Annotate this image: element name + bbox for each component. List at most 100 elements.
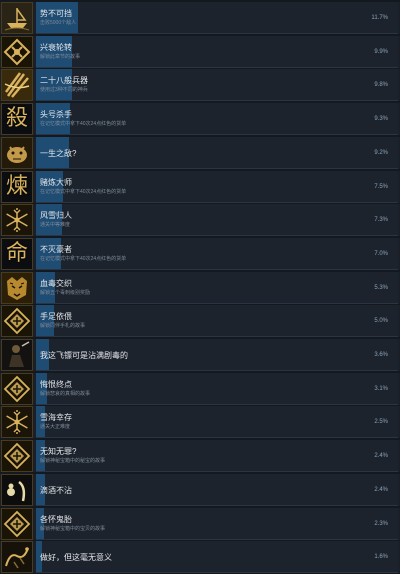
- achievement-row: 无知无罪? 解锁神秘宝箱中的秘宝的故事 2.4%: [0, 440, 400, 473]
- achievement-row: 一生之敌? 9.2%: [0, 136, 400, 169]
- achievement-row: 二十八般兵器 使用过3种不同的神兵 9.8%: [0, 69, 400, 102]
- achievement-title: 血毒交织: [40, 278, 72, 288]
- achievement-title: 不灭豪者: [40, 244, 72, 254]
- achievement-description: 击败5000个敌人: [40, 20, 77, 26]
- achievement-title: 兴衰轮转: [40, 42, 72, 52]
- achievement-row: 煉 赌炼大师 在记忆模式中拿下40次24点红色的货单 7.5%: [0, 170, 400, 203]
- unlock-rate-track: [36, 35, 398, 68]
- unlock-rate-track: [36, 204, 398, 237]
- unlock-rate-track: [36, 271, 398, 304]
- achievement-title: 头号杀手: [40, 110, 72, 120]
- beast-icon: [1, 136, 33, 169]
- gold-diamond-icon: [1, 507, 33, 540]
- unlock-percent: 9.8%: [374, 82, 388, 89]
- achievement-row: 雪海幸存 通关大正难度 2.5%: [0, 406, 400, 439]
- unlock-rate-track: [36, 372, 398, 405]
- unlock-percent: 7.5%: [374, 183, 388, 190]
- gold-diamond-icon: [1, 372, 33, 405]
- achievement-description: 解锁此章节的故事: [40, 53, 81, 60]
- unlock-rate-track: [36, 237, 398, 270]
- unlock-percent: 5.0%: [374, 318, 388, 325]
- achievement-row: 悔恨终点 解锁悲哀的真相的故事 3.1%: [0, 372, 400, 405]
- achievement-description: 解锁同伴手札的故事: [40, 323, 86, 330]
- unlock-percent: 2.5%: [374, 419, 388, 426]
- unlock-percent: 3.1%: [374, 385, 388, 392]
- achievement-list: 势不可挡击败5000个敌人 11.7% 兴衰轮转 解锁此章节的故事 9.9% 二十八般兵器…: [0, 0, 400, 574]
- achievement-description: 使用过3种不同的神兵: [40, 87, 88, 94]
- unlock-rate-track: [36, 103, 398, 136]
- achievement-description: 在记忆模式中拿下40次24点红色的货单: [40, 188, 127, 195]
- unlock-rate-track: [36, 440, 398, 473]
- warrior-icon: [1, 339, 33, 371]
- kill-glyph-icon: 殺: [1, 103, 33, 136]
- achievement-description: 解锁神秘宝箱中的秘宝的故事: [40, 458, 106, 465]
- tiger-icon: [1, 271, 33, 304]
- achievement-description: 在记忆模式中拿下40次24点红色的货单: [40, 255, 127, 262]
- unlock-percent: 7.0%: [374, 250, 388, 257]
- gold-diamond-icon: [1, 440, 33, 473]
- achievement-row: 风雪归人 通关中等难度 7.3%: [0, 204, 400, 237]
- achievement-title: 各怀鬼胎: [40, 514, 72, 524]
- achievement-row: 手足依偎 解锁同伴手札的故事 5.0%: [0, 305, 400, 338]
- achievement-title: 悔恨终点: [40, 379, 72, 389]
- unlock-rate-track: [36, 305, 398, 338]
- achievement-title: 二十八般兵器: [40, 76, 88, 86]
- achievement-title: 滴酒不沾: [40, 485, 72, 495]
- unlock-rate-track: [36, 406, 398, 439]
- achievement-glyph: 殺: [5, 106, 28, 132]
- achievement-row: 做好，但这毫无意义 1.6%: [0, 541, 400, 574]
- snowflake-icon: [1, 406, 33, 439]
- unlock-rate-track: [36, 136, 398, 169]
- achievement-row: 命 不灭豪者 在记忆模式中拿下40次24点红色的货单 7.0%: [0, 237, 400, 270]
- achievement-row: 势不可挡击败5000个敌人 11.7%: [0, 2, 400, 34]
- fate-glyph-icon: 命: [1, 237, 33, 270]
- achievement-row: 血毒交织 解锁五个毒刺级别奖励 5.3%: [0, 271, 400, 304]
- ship-icon: [1, 2, 33, 34]
- achievement-title: 手足依偎: [40, 312, 72, 322]
- achievement-title: 我这飞镖可是沾满剧毒的: [40, 351, 128, 360]
- gold-diamond-icon: [1, 305, 33, 338]
- achievement-description: 在记忆模式中拿下40次24点红色的货单: [40, 121, 127, 128]
- unlock-percent: 1.6%: [374, 554, 388, 561]
- unlock-percent: 7.3%: [374, 217, 388, 224]
- achievement-description: 解锁神秘宝箱中的宝贝的故事: [40, 525, 106, 532]
- achievement-glyph: 煉: [5, 173, 28, 199]
- achievement-title: 势不可挡: [40, 9, 72, 18]
- unlock-percent: 9.2%: [374, 149, 388, 156]
- achievement-title: 赌炼大师: [40, 177, 72, 187]
- unlock-rate-track: [36, 2, 398, 34]
- unlock-percent: 3.6%: [374, 352, 388, 358]
- achievement-title: 一生之敌?: [40, 148, 77, 158]
- achievement-title: 无知无罪?: [40, 447, 77, 457]
- unlock-percent: 2.4%: [374, 453, 388, 460]
- forge-glyph-icon: 煉: [1, 170, 33, 203]
- achievement-row: 各怀鬼胎 解锁神秘宝箱中的宝贝的故事 2.3%: [0, 507, 400, 540]
- unlock-rate-track: [36, 473, 398, 506]
- unlock-percent: 5.3%: [374, 284, 388, 291]
- unlock-percent: 2.4%: [374, 486, 388, 493]
- achievement-title: 做好，但这毫无意义: [40, 553, 112, 563]
- achievement-row: 我这飞镖可是沾满剧毒的 3.6%: [0, 339, 400, 371]
- gold-emblem-icon: [1, 35, 33, 68]
- achievement-description: 通关大正难度: [40, 424, 71, 431]
- unlock-rate-track: [36, 69, 398, 102]
- achievement-description: 通关中等难度: [40, 222, 71, 229]
- unlock-percent: 9.3%: [374, 116, 388, 123]
- weapon-icon: [1, 69, 33, 102]
- dragon-icon: [1, 541, 33, 574]
- unlock-rate-track: [36, 170, 398, 203]
- unlock-percent: 11.7%: [371, 15, 388, 21]
- gourd-icon: [1, 473, 33, 506]
- unlock-rate-track: [36, 507, 398, 540]
- achievement-glyph: 命: [5, 240, 28, 266]
- achievement-description: 解锁悲哀的真相的故事: [40, 390, 91, 397]
- unlock-percent: 2.3%: [374, 520, 388, 527]
- snowflake-icon: [1, 204, 33, 237]
- achievement-row: 滴酒不沾 2.4%: [0, 473, 400, 506]
- achievement-row: 殺 头号杀手 在记忆模式中拿下40次24点红色的货单 9.3%: [0, 103, 400, 136]
- achievement-title: 雪海幸存: [40, 413, 72, 423]
- achievement-row: 兴衰轮转 解锁此章节的故事 9.9%: [0, 35, 400, 68]
- achievement-description: 解锁五个毒刺级别奖励: [40, 289, 91, 296]
- achievement-title: 风雪归人: [40, 211, 72, 221]
- unlock-percent: 9.9%: [374, 48, 388, 55]
